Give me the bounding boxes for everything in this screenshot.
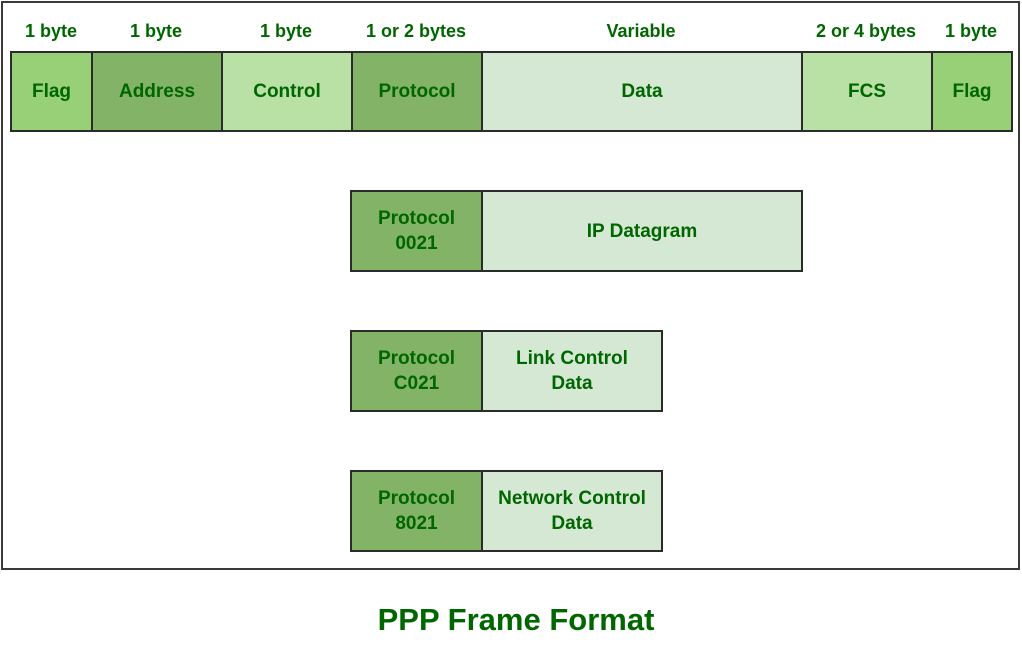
size-label-protocol: 1 or 2 bytes [365,21,467,41]
ip-datagram-cell: IP Datagram [481,190,803,272]
size-label-fcs: 2 or 4 bytes [815,21,917,41]
field-data: Data [481,51,803,132]
size-label-flag-start: 1 byte [24,21,78,41]
diagram-title: PPP Frame Format [377,602,655,637]
field-fcs: FCS [801,51,933,132]
size-label-control: 1 byte [259,21,313,41]
size-label-data: Variable [606,21,676,41]
protocol-8021-cell: Protocol 8021 [350,470,483,552]
network-control-data-cell: Network Control Data [481,470,663,552]
size-label-flag-end: 1 byte [944,21,998,41]
link-control-data-cell: Link Control Data [481,330,663,412]
field-address: Address [91,51,223,132]
size-label-address: 1 byte [129,21,183,41]
protocol-c021-cell: Protocol C021 [350,330,483,412]
field-control: Control [221,51,353,132]
field-flag-end: Flag [931,51,1013,132]
protocol-0021-cell: Protocol 0021 [350,190,483,272]
field-flag-start: Flag [10,51,93,132]
field-protocol: Protocol [351,51,483,132]
